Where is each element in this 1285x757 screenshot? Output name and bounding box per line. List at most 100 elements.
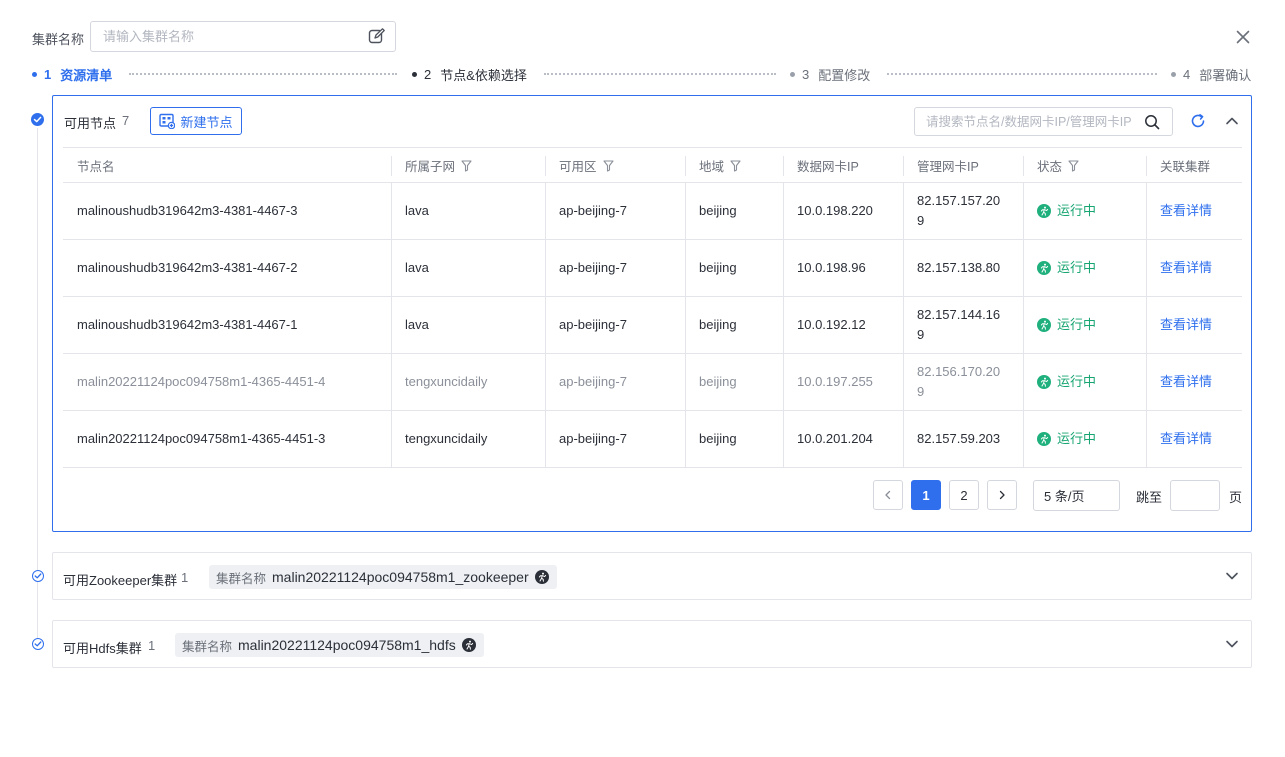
- subnet-cell: lava: [391, 297, 545, 353]
- mgmt-ip-cell-text: 82.157.138.80: [917, 260, 1001, 275]
- step-dot: [1171, 71, 1176, 77]
- page-size-select[interactable]: 5 条/页: [1033, 480, 1120, 511]
- jump-page-input[interactable]: [1171, 481, 1217, 510]
- step-number: 1: [44, 66, 52, 82]
- table-header: 节点名 所属子网 可用区 地域 数据网卡IP 管理网卡IP 状态 关联集群: [63, 147, 1242, 183]
- status-cell: 运行中: [1023, 240, 1146, 296]
- mgmt-ip-cell-text: 82.157.144.169: [917, 307, 1001, 342]
- running-icon: [1037, 261, 1051, 275]
- cluster-detail-link[interactable]: 查看详情: [1146, 297, 1242, 353]
- step-dot: [790, 71, 795, 77]
- step-3[interactable]: 3 配置修改: [790, 64, 870, 84]
- region-cell-text: beijing: [699, 203, 737, 218]
- subnet-cell: tengxuncidaily: [391, 354, 545, 410]
- node-search-input[interactable]: [915, 108, 1137, 135]
- region-cell: beijing: [685, 354, 783, 410]
- subnet-cell-text: lava: [405, 260, 429, 275]
- zone-cell: ap-beijing-7: [545, 297, 685, 353]
- check-circle-icon: [31, 113, 44, 126]
- cluster-name-input[interactable]: [91, 22, 351, 51]
- mgmt-ip-cell-text: 82.156.170.209: [917, 364, 1001, 399]
- status-cell: 运行中: [1023, 411, 1146, 467]
- mgmt-ip-cell: 82.157.144.169: [903, 297, 1023, 353]
- mgmt-ip-cell-text: 82.157.157.209: [917, 193, 1001, 228]
- chevron-down-icon[interactable]: [1225, 569, 1239, 583]
- data-ip-cell: 10.0.201.204: [783, 411, 903, 467]
- page-button[interactable]: 1: [911, 480, 941, 510]
- step-1[interactable]: 1 资源清单: [32, 64, 112, 84]
- chevron-down-icon[interactable]: [1225, 637, 1239, 651]
- running-icon: [1037, 318, 1051, 332]
- step-2[interactable]: 2 节点&依赖选择: [412, 64, 527, 84]
- tag-key: 集群名称: [182, 639, 233, 654]
- cluster-detail-link-text[interactable]: 查看详情: [1160, 201, 1212, 221]
- node-name-cell-text: malin20221124poc094758m1-4365-4451-4: [77, 374, 326, 389]
- page-button[interactable]: 2: [949, 480, 979, 510]
- new-node-button[interactable]: 新建节点: [150, 107, 242, 135]
- column-header: 状态: [1037, 160, 1063, 174]
- step-4[interactable]: 4 部署确认: [1171, 64, 1251, 84]
- chevron-right-icon: [999, 490, 1005, 500]
- next-page-button[interactable]: [987, 480, 1017, 510]
- zone-cell-text: ap-beijing-7: [559, 317, 627, 332]
- data-ip-cell: 10.0.192.12: [783, 297, 903, 353]
- cluster-detail-link[interactable]: 查看详情: [1146, 240, 1242, 296]
- cluster-detail-link-text[interactable]: 查看详情: [1160, 315, 1212, 335]
- nodes-count: 7: [122, 113, 130, 128]
- col-region[interactable]: 地域: [685, 148, 783, 183]
- step-dot: [32, 71, 37, 77]
- filter-icon[interactable]: [730, 159, 741, 172]
- column-header: 地域: [699, 160, 725, 174]
- prev-page-button[interactable]: [873, 480, 903, 510]
- status-cell: 运行中: [1023, 183, 1146, 239]
- running-icon: [1037, 375, 1051, 389]
- jump-page-field[interactable]: [1170, 480, 1220, 511]
- hdfs-panel[interactable]: 可用Hdfs集群 1 集群名称 malin20221124poc094758m1…: [52, 620, 1252, 668]
- zone-cell-text: ap-beijing-7: [559, 260, 627, 275]
- cluster-name-field[interactable]: [90, 21, 396, 52]
- tag-key: 集群名称: [216, 571, 267, 586]
- search-icon[interactable]: [1144, 114, 1160, 130]
- cluster-detail-link[interactable]: 查看详情: [1146, 411, 1242, 467]
- cluster-detail-link-text[interactable]: 查看详情: [1160, 429, 1212, 449]
- refresh-icon[interactable]: [1190, 113, 1206, 129]
- node-name-cell: malinoushudb319642m3-4381-4467-2: [63, 240, 391, 296]
- node-name-cell: malinoushudb319642m3-4381-4467-1: [63, 297, 391, 353]
- cluster-detail-link[interactable]: 查看详情: [1146, 354, 1242, 410]
- cluster-detail-link-text[interactable]: 查看详情: [1160, 258, 1212, 278]
- edit-icon[interactable]: [368, 28, 385, 45]
- tag-value: malin20221124poc094758m1_hdfs: [238, 637, 456, 653]
- mgmt-ip-cell: 82.157.59.203: [903, 411, 1023, 467]
- table-row: malinoushudb319642m3-4381-4467-1 lava ap-b…: [63, 297, 1242, 354]
- column-header: 可用区: [559, 160, 597, 174]
- status-text: 运行中: [1057, 203, 1097, 218]
- cluster-detail-link[interactable]: 查看详情: [1146, 183, 1242, 239]
- filter-icon[interactable]: [602, 159, 614, 172]
- data-ip-cell-text: 10.0.197.255: [797, 374, 873, 389]
- cluster-detail-link-text[interactable]: 查看详情: [1160, 372, 1212, 392]
- filter-icon[interactable]: [1068, 159, 1079, 172]
- zone-cell-text: ap-beijing-7: [559, 431, 627, 446]
- filter-icon[interactable]: [461, 159, 472, 172]
- column-header: 所属子网: [405, 160, 456, 174]
- status-text: 运行中: [1057, 260, 1097, 275]
- chevron-up-icon[interactable]: [1225, 114, 1239, 128]
- zone-cell: ap-beijing-7: [545, 354, 685, 410]
- hdfs-count: 1: [148, 638, 156, 653]
- col-zone[interactable]: 可用区: [545, 148, 685, 183]
- node-search-field[interactable]: [914, 107, 1173, 136]
- step-dot: [412, 71, 417, 77]
- step-number: 2: [424, 66, 432, 82]
- col-mgmt-ip: 管理网卡IP: [903, 148, 1023, 183]
- node-name-cell: malinoushudb319642m3-4381-4467-3: [63, 183, 391, 239]
- zookeeper-panel-title: 可用Zookeeper集群: [63, 573, 178, 588]
- node-name-cell: malin20221124poc094758m1-4365-4451-3: [63, 411, 391, 467]
- column-header: 节点名: [77, 160, 115, 174]
- close-icon[interactable]: [1234, 28, 1252, 46]
- step-label: 资源清单: [60, 67, 113, 83]
- subnet-cell: lava: [391, 183, 545, 239]
- col-subnet[interactable]: 所属子网: [391, 148, 545, 183]
- col-status[interactable]: 状态: [1023, 148, 1146, 183]
- zookeeper-panel[interactable]: 可用Zookeeper集群 1 集群名称 malin20221124poc094…: [52, 552, 1252, 600]
- column-header: 数据网卡IP: [797, 160, 859, 174]
